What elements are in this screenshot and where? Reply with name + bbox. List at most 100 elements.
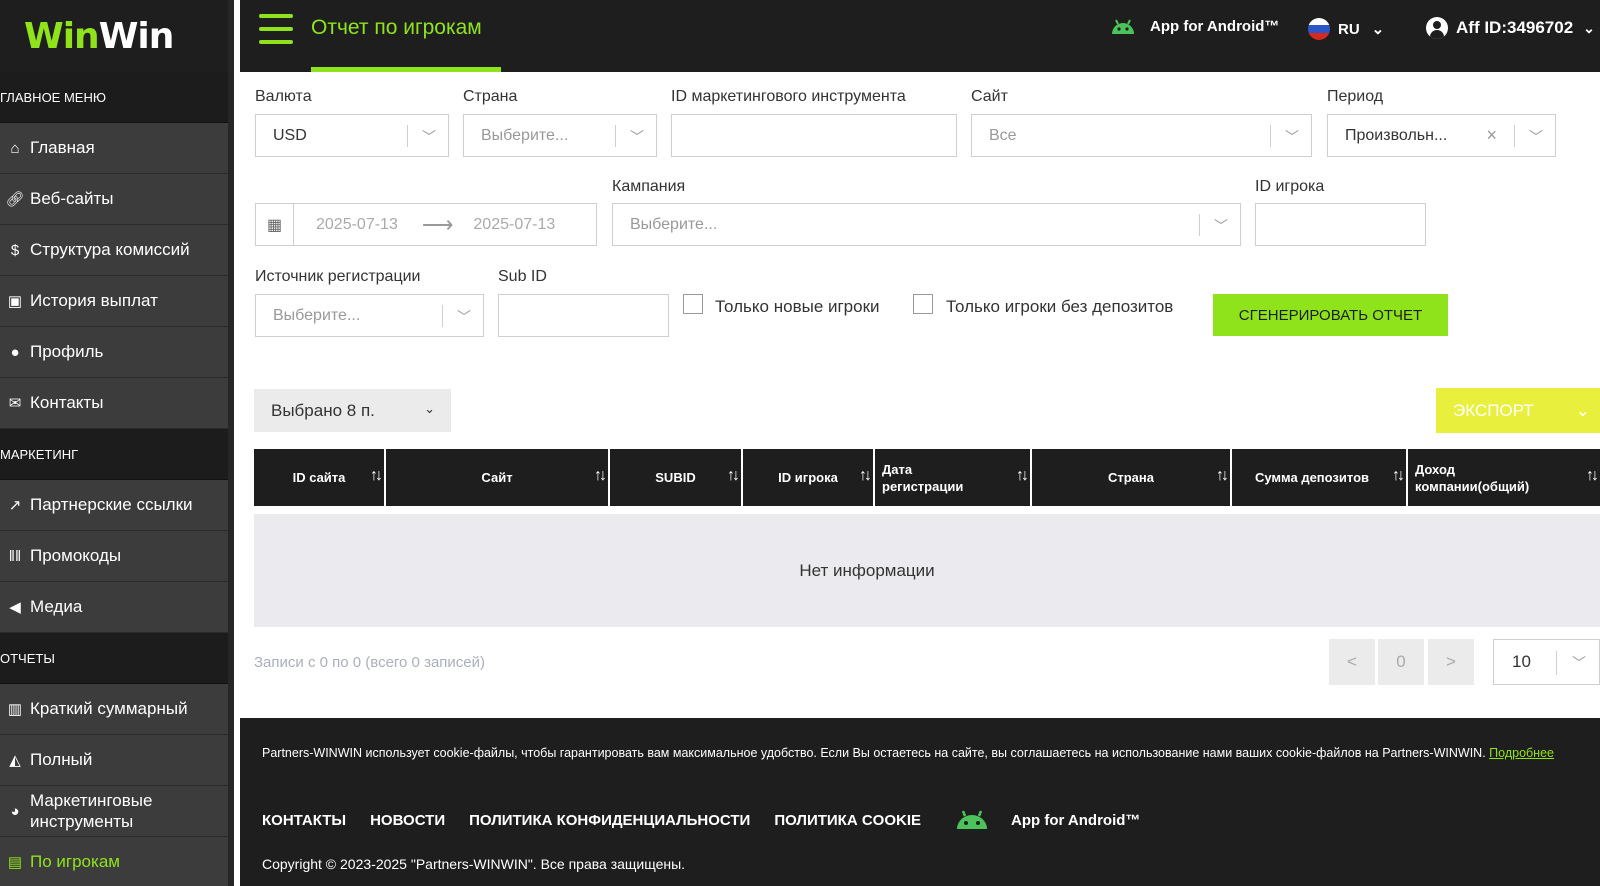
android-label: App for Android™ — [1150, 18, 1280, 35]
site-label: Сайт — [971, 88, 1008, 105]
footer-link-contacts[interactable]: КОНТАКТЫ — [262, 812, 346, 829]
column-label: Сумма депозитов — [1254, 470, 1370, 485]
sidebar-item-payouts[interactable]: ▣ История выплат — [0, 276, 234, 327]
date-to[interactable]: 2025-07-13 — [473, 216, 555, 234]
column-site-id[interactable]: ID сайта ↑↓ — [254, 449, 384, 506]
column-reg-date[interactable]: Дата регистрации ↑↓ — [875, 449, 1030, 506]
column-deposits[interactable]: Сумма депозитов ↑↓ — [1232, 449, 1406, 506]
russia-flag-icon — [1308, 18, 1330, 40]
cookie-notice: Partners-WINWIN использует cookie-файлы,… — [262, 745, 1562, 762]
chevron-down-icon: ⌄ — [1371, 21, 1385, 38]
sidebar-item-home[interactable]: ⌂ Главная — [0, 123, 234, 174]
country-placeholder: Выберите... — [481, 126, 569, 144]
footer: Partners-WINWIN использует cookie-файлы,… — [240, 718, 1600, 886]
column-site[interactable]: Сайт ↑↓ — [386, 449, 608, 506]
column-player-id[interactable]: ID игрока ↑↓ — [743, 449, 873, 506]
sidebar-item-partner-links[interactable]: ↗ Партнерские ссылки — [0, 480, 234, 531]
date-range-picker[interactable]: ▦ 2025-07-13 ⟶ 2025-07-13 — [255, 203, 597, 246]
column-label: Доход компании(общий) — [1415, 461, 1530, 494]
only-new-checkbox[interactable] — [683, 294, 703, 314]
column-label: SUBID — [655, 470, 696, 485]
prev-page-button[interactable]: < — [1329, 639, 1375, 685]
column-company-income[interactable]: Доход компании(общий) ↑↓ — [1408, 449, 1600, 506]
sidebar-item-media[interactable]: ◀ Медиа — [0, 582, 234, 633]
android-app-link[interactable]: App for Android™ — [1110, 18, 1279, 35]
sidebar-item-contacts[interactable]: ✉ Контакты — [0, 378, 234, 429]
cookie-more-link[interactable]: Подробнее — [1489, 746, 1554, 760]
sidebar-item-label: Веб-сайты — [30, 189, 114, 208]
cookie-text: Partners-WINWIN использует cookie-файлы,… — [262, 746, 1486, 760]
chevron-down-icon: ⌄ — [1583, 19, 1595, 36]
sort-icon[interactable]: ↑↓ — [1016, 467, 1029, 484]
column-selector[interactable]: Выбрано 8 п. ⌄ — [254, 389, 451, 432]
date-from[interactable]: 2025-07-13 — [316, 216, 398, 234]
period-select[interactable]: Произвольн... × ﹀ — [1327, 114, 1556, 157]
generate-report-button[interactable]: СГЕНЕРИРОВАТЬ ОТЧЕТ — [1213, 294, 1448, 336]
sidebar-item-label: Полный — [30, 750, 93, 769]
sub-id-input[interactable] — [498, 294, 669, 337]
chevron-down-icon: ﹀ — [422, 129, 436, 145]
per-page-select[interactable]: 10 ﹀ — [1493, 639, 1600, 685]
link-icon: 🔗︎ — [5, 191, 25, 208]
sidebar-item-full[interactable]: ◭ Полный — [0, 735, 234, 786]
sub-id-label: Sub ID — [498, 268, 547, 285]
sidebar-item-summary[interactable]: ▥ Краткий суммарный — [0, 684, 234, 735]
sort-icon[interactable]: ↑↓ — [1586, 467, 1599, 484]
barcode-icon: ‖‖ — [8, 547, 22, 565]
column-subid[interactable]: SUBID ↑↓ — [610, 449, 741, 506]
sidebar-item-label: История выплат — [30, 291, 158, 310]
country-label: Страна — [463, 88, 518, 105]
campaign-select[interactable]: Выберите... ﹀ — [612, 203, 1241, 246]
clear-icon[interactable]: × — [1486, 125, 1497, 146]
user-circle-icon — [1426, 17, 1448, 39]
export-button[interactable]: ЭКСПОРТ ⌄ — [1436, 388, 1600, 433]
sort-icon[interactable]: ↑↓ — [859, 467, 872, 485]
sidebar: Win Win ГЛАВНОЕ МЕНЮ ⌂ Главная 🔗︎ Веб-сайты… — [0, 0, 234, 886]
sidebar-item-label: Контакты — [30, 393, 104, 412]
column-country[interactable]: Страна ↑↓ — [1032, 449, 1230, 506]
player-id-input[interactable] — [1255, 203, 1426, 246]
currency-select[interactable]: USD ﹀ — [255, 114, 449, 157]
sort-icon[interactable]: ↑↓ — [370, 467, 383, 485]
sidebar-item-promocodes[interactable]: ‖‖ Промокоды — [0, 531, 234, 582]
sidebar-item-label: Медиа — [30, 597, 83, 616]
sidebar-item-websites[interactable]: 🔗︎ Веб-сайты — [0, 174, 234, 225]
footer-link-news[interactable]: НОВОСТИ — [370, 812, 445, 829]
footer-link-privacy[interactable]: ПОЛИТИКА КОНФИДЕНЦИАЛЬНОСТИ — [469, 812, 750, 829]
no-deposit-checkbox[interactable] — [913, 294, 933, 314]
sort-icon[interactable]: ↑↓ — [1392, 467, 1405, 485]
reg-source-select[interactable]: Выберите... ﹀ — [255, 294, 484, 337]
footer-android-link[interactable]: App for Android™ — [955, 810, 1164, 830]
title-underline — [311, 67, 501, 72]
next-page-button[interactable]: > — [1428, 639, 1474, 685]
sidebar-item-commission[interactable]: $ Структура комиссий — [0, 225, 234, 276]
currency-value: USD — [273, 126, 307, 144]
sidebar-item-marketing-tools[interactable]: ◕ Маркетинговые инструменты — [0, 786, 234, 837]
site-select[interactable]: Все ﹀ — [971, 114, 1312, 157]
country-select[interactable]: Выберите... ﹀ — [463, 114, 657, 157]
money-icon: ▣ — [7, 293, 23, 310]
logo[interactable]: Win Win — [0, 0, 234, 72]
page-title: Отчет по игрокам — [311, 16, 482, 39]
sidebar-item-profile[interactable]: ● Профиль — [0, 327, 234, 378]
logo-text-win: Win — [24, 15, 100, 57]
calendar-icon: ▦ — [256, 204, 294, 245]
language-selector[interactable]: RU ⌄ — [1308, 18, 1384, 40]
footer-link-cookie[interactable]: ПОЛИТИКА COOKIE — [774, 812, 921, 829]
column-label: Страна — [1107, 470, 1154, 485]
account-menu[interactable]: Aff ID:3496702 ⌄ — [1426, 17, 1595, 39]
page-number[interactable]: 0 — [1378, 639, 1424, 685]
sort-icon[interactable]: ↑↓ — [1216, 467, 1229, 485]
table-header: ID сайта ↑↓ Сайт ↑↓ SUBID ↑↓ ID игрока ↑↓ Да… — [254, 449, 1600, 506]
export-label: ЭКСПОРТ — [1453, 400, 1534, 420]
sidebar-item-by-players[interactable]: ▤ По игрокам — [0, 837, 234, 886]
language-label: RU — [1338, 20, 1360, 38]
sort-icon[interactable]: ↑↓ — [594, 467, 607, 485]
section-marketing: МАРКЕТИНГ — [0, 429, 234, 480]
logo-text-win-2: Win — [98, 15, 175, 57]
sort-icon[interactable]: ↑↓ — [727, 467, 740, 485]
android-icon — [1112, 19, 1134, 34]
records-info: Записи с 0 по 0 (всего 0 записей) — [254, 654, 486, 671]
menu-icon[interactable] — [259, 14, 293, 44]
marketing-id-input[interactable] — [671, 114, 957, 157]
